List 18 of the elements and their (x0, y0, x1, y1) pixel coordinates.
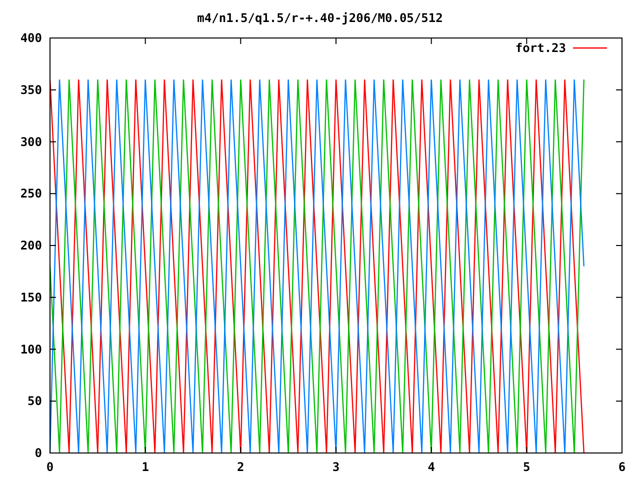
x-tick-label: 0 (46, 460, 54, 474)
y-tick-label: 300 (20, 134, 42, 149)
y-tick-label: 250 (20, 186, 42, 201)
y-tick-label: 150 (20, 290, 42, 304)
x-tick-label: 1 (142, 460, 149, 474)
x-tick-label: 6 (618, 460, 626, 474)
y-tick-label: 400 (20, 31, 42, 45)
y-tick-label: 50 (28, 394, 42, 408)
x-tick-label: 4 (428, 460, 435, 474)
y-tick-label: 100 (20, 342, 42, 356)
y-tick-label: 0 (34, 446, 42, 460)
chart-title: m4/n1.5/q1.5/r-+.40-j206/M0.05/512 (197, 11, 443, 25)
x-tick-label: 3 (332, 460, 340, 474)
x-tick-label: 2 (237, 460, 244, 474)
y-tick-label: 350 (20, 82, 42, 97)
x-tick-label: 5 (523, 460, 530, 474)
y-tick-label: 200 (20, 238, 42, 252)
legend-label: fort.23 (515, 41, 566, 55)
